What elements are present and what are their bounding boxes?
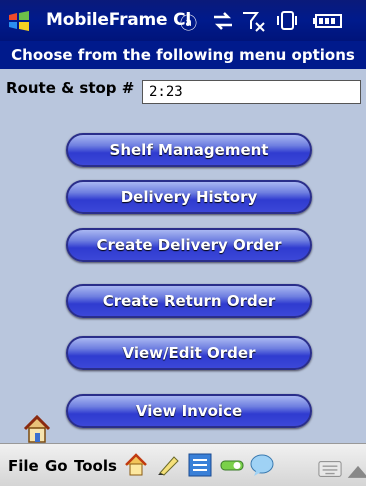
view-edit-order-button[interactable]: View/Edit Order xyxy=(66,336,312,370)
file-menu[interactable]: File xyxy=(8,457,39,475)
keyboard-icon[interactable] xyxy=(318,457,342,481)
battery-icon xyxy=(313,14,342,28)
phone-vibrate-icon xyxy=(277,11,297,30)
at-icon: ⓐ xyxy=(180,14,197,34)
list-icon[interactable] xyxy=(188,453,212,477)
bottom-menu-bar: File Go Tools xyxy=(0,443,366,486)
chat-bubble-icon[interactable] xyxy=(250,453,274,477)
delivery-history-button[interactable]: Delivery History xyxy=(66,180,312,214)
route-stop-input[interactable]: 2:23 xyxy=(142,80,361,104)
app-screen: MobileFrame Cl ⓐ Choose from the followi… xyxy=(0,0,366,470)
create-delivery-order-button[interactable]: Create Delivery Order xyxy=(66,228,312,262)
shelf-management-button[interactable]: Shelf Management xyxy=(66,133,312,167)
route-stop-label: Route & stop # xyxy=(6,79,135,97)
up-arrow-icon[interactable] xyxy=(346,459,366,483)
home-icon[interactable] xyxy=(124,453,148,477)
view-invoice-button[interactable]: View Invoice xyxy=(66,394,312,428)
tools-menu[interactable]: Tools xyxy=(74,457,117,475)
go-menu[interactable]: Go xyxy=(45,457,68,475)
create-return-order-button[interactable]: Create Return Order xyxy=(66,284,312,318)
no-signal-icon xyxy=(243,12,265,32)
window-title: MobileFrame Cl xyxy=(46,10,191,30)
home-icon[interactable] xyxy=(22,414,52,444)
toggle-icon[interactable] xyxy=(220,453,244,477)
windows-logo-icon[interactable] xyxy=(8,11,30,31)
title-bar: MobileFrame Cl ⓐ xyxy=(0,0,366,41)
page-subtitle: Choose from the following menu options xyxy=(0,41,366,69)
pen-icon[interactable] xyxy=(156,453,180,477)
sync-arrows-icon xyxy=(214,12,232,30)
